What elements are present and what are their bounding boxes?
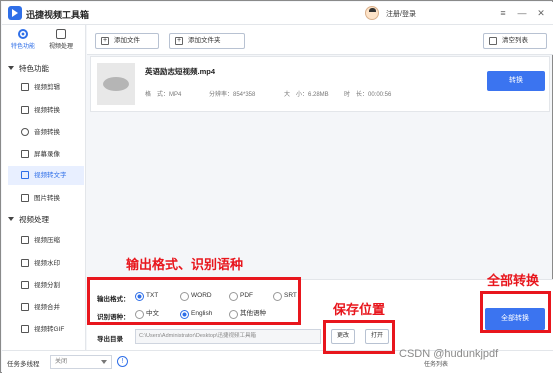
image-icon <box>21 194 29 202</box>
section-feature-title: 特色功能 <box>19 64 49 73</box>
file-resolution: 分辨率：854*358 <box>209 92 256 98</box>
sidebar-item-label: 图片转换 <box>34 195 60 202</box>
tab-video-label: 视频处理 <box>48 44 73 50</box>
output-dir-label: 导出目录 <box>97 336 123 343</box>
plus-icon: + <box>101 37 109 45</box>
sidebar-item-label: 视频合并 <box>34 304 60 311</box>
sidebar-item-video-compress[interactable]: 视频压缩 <box>8 231 84 250</box>
section-video-title: 视频处理 <box>19 215 49 224</box>
annotation-box-format-language <box>87 277 301 325</box>
app-logo-icon <box>8 6 22 20</box>
app-title: 迅捷视频工具箱 <box>26 10 90 20</box>
sidebar-item-video-to-text[interactable]: 视频转文字 <box>8 166 84 185</box>
output-dir-field[interactable]: C:\Users\Administrator\Desktop\迅捷视频工具箱 <box>135 329 321 344</box>
add-folder-button[interactable]: + 添加文件夹 <box>169 33 245 49</box>
sidebar-item-screen-record[interactable]: 屏幕录像 <box>8 145 84 164</box>
caret-down-icon <box>8 66 14 70</box>
sidebar-item-label: 视频压缩 <box>34 237 60 244</box>
sidebar-item-label: 视频转换 <box>34 107 60 114</box>
watermark-icon <box>21 259 29 267</box>
title-bar: 迅捷视频工具箱 注册/登录 ≡ — ✕ <box>2 2 553 25</box>
menu-icon[interactable]: ≡ <box>496 6 510 20</box>
sidebar-item-label: 视频水印 <box>34 260 60 267</box>
sidebar-item-label: 视频分割 <box>34 282 60 289</box>
sidebar-item-image-convert[interactable]: 图片转换 <box>8 189 84 208</box>
toolbar: + 添加文件 + 添加文件夹 清空列表 <box>87 25 553 55</box>
file-name: 英语励志短视频.mp4 <box>145 67 216 76</box>
login-link[interactable]: 注册/登录 <box>386 9 416 19</box>
trash-icon <box>489 37 497 45</box>
tab-video[interactable]: 视频处理 <box>44 29 78 50</box>
annotation-convert-all: 全部转换 <box>487 273 540 288</box>
sidebar-item-label: 视频转文字 <box>34 172 67 179</box>
minimize-icon[interactable]: — <box>515 6 529 20</box>
compress-icon <box>21 236 29 244</box>
sidebar: 特色功能 视频处理 特色功能 视频剪辑 视频转换 音频转换 屏幕录像 视频转文字… <box>2 25 86 350</box>
feature-icon <box>18 29 28 39</box>
file-duration: 时 长：00:00:56 <box>344 92 392 98</box>
add-file-button[interactable]: + 添加文件 <box>95 33 159 49</box>
help-icon[interactable]: ! <box>117 356 128 367</box>
section-feature[interactable]: 特色功能 <box>8 63 49 74</box>
annotation-save-location: 保存位置 <box>333 302 386 317</box>
sidebar-item-label: 视频转GIF <box>34 326 65 333</box>
app-window: 迅捷视频工具箱 注册/登录 ≡ — ✕ 特色功能 视频处理 特色功能 视频剪辑 … <box>0 0 553 373</box>
gif-icon <box>21 325 29 333</box>
watermark: CSDN @hudunkjpdf <box>399 348 499 360</box>
task-thread-label: 任务多线程 <box>7 361 40 368</box>
annotation-box-save-location <box>323 320 395 354</box>
annotation-box-convert-all <box>480 291 551 333</box>
sidebar-item-video-split[interactable]: 视频分割 <box>8 276 84 295</box>
plus-icon: + <box>175 37 183 45</box>
tab-feature[interactable]: 特色功能 <box>6 29 40 50</box>
section-video[interactable]: 视频处理 <box>8 214 49 225</box>
caret-down-icon <box>8 217 14 221</box>
video-thumbnail <box>97 63 135 105</box>
annotation-format-language: 输出格式、识别语种 <box>126 257 244 272</box>
text-icon <box>21 171 29 179</box>
sidebar-item-audio-convert[interactable]: 音频转换 <box>8 123 84 142</box>
sidebar-item-label: 音频转换 <box>34 129 60 136</box>
clear-list-button[interactable]: 清空列表 <box>483 33 547 49</box>
file-format: 格 式：MP4 <box>145 92 182 98</box>
avatar[interactable] <box>365 6 379 20</box>
sidebar-item-video-merge[interactable]: 视频合并 <box>8 298 84 317</box>
sidebar-item-video-convert[interactable]: 视频转换 <box>8 101 84 120</box>
sidebar-item-video-gif[interactable]: 视频转GIF <box>8 320 84 339</box>
convert-icon <box>21 106 29 114</box>
split-icon <box>21 281 29 289</box>
sidebar-item-label: 屏幕录像 <box>34 151 60 158</box>
sidebar-item-video-edit[interactable]: 视频剪辑 <box>8 78 84 97</box>
sidebar-item-label: 视频剪辑 <box>34 84 60 91</box>
file-size: 大 小：6.28MB <box>284 92 329 98</box>
convert-button[interactable]: 转换 <box>487 71 545 91</box>
tab-feature-label: 特色功能 <box>10 44 35 50</box>
add-file-label: 添加文件 <box>114 37 140 44</box>
task-thread-select[interactable]: 关闭 <box>50 355 112 369</box>
audio-icon <box>21 128 29 136</box>
add-folder-label: 添加文件夹 <box>188 37 221 44</box>
clear-list-label: 清空列表 <box>502 37 528 44</box>
file-item: 英语励志短视频.mp4 格 式：MP4 分辨率：854*358 大 小：6.28… <box>90 56 550 112</box>
task-list-link[interactable]: 任务列表 <box>424 359 448 368</box>
video-icon <box>56 29 66 39</box>
sidebar-item-video-watermark[interactable]: 视频水印 <box>8 254 84 273</box>
close-icon[interactable]: ✕ <box>534 6 548 20</box>
record-icon <box>21 150 29 158</box>
scissors-icon <box>21 83 29 91</box>
merge-icon <box>21 303 29 311</box>
